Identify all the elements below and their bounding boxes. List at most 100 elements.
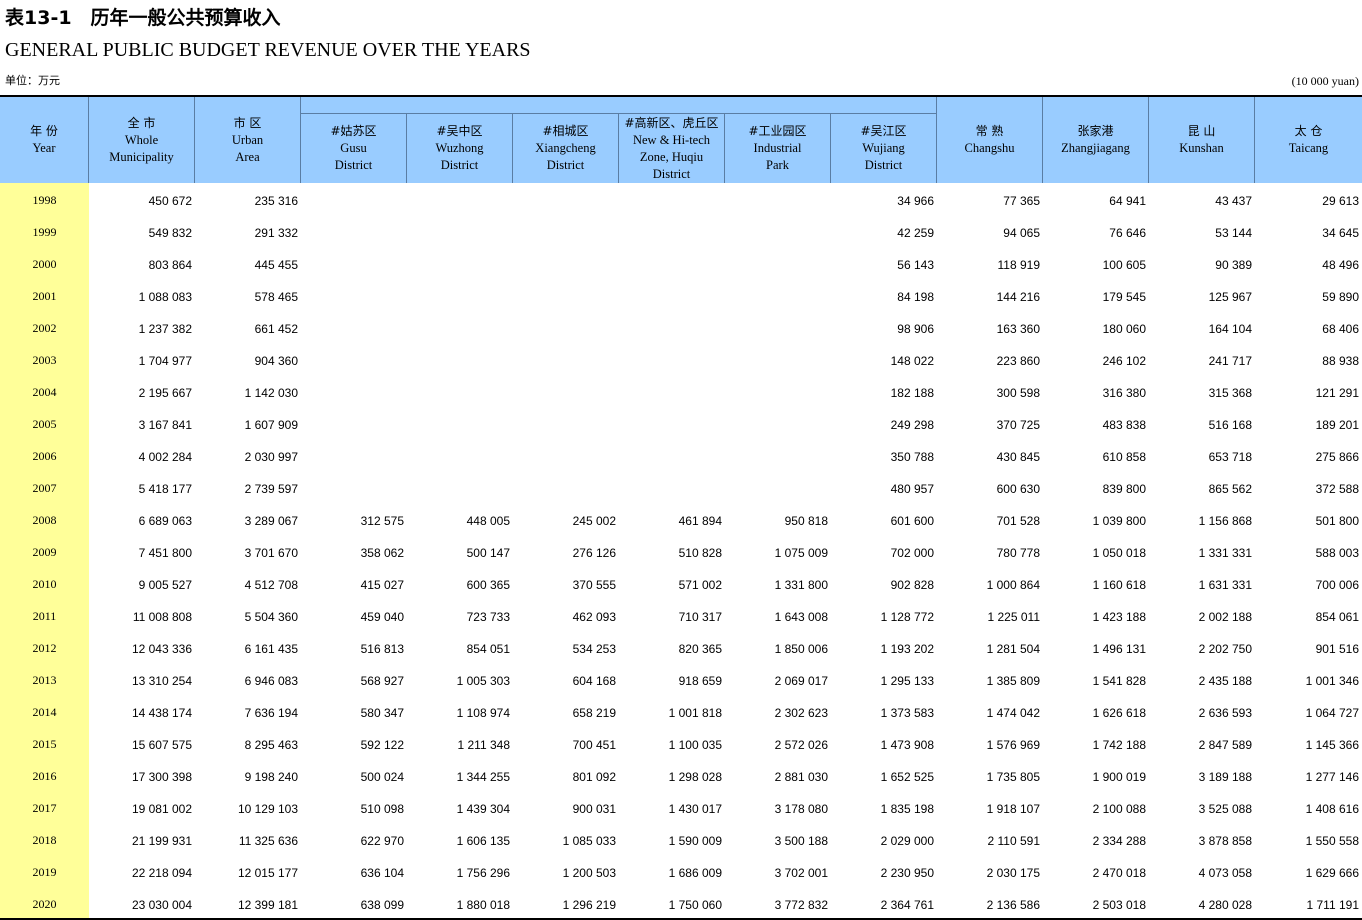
year-cell: 2016	[32, 769, 57, 783]
value-cell-changshu: 1 385 809	[986, 673, 1040, 688]
value-cell-zhangjiagang: 2 334 288	[1092, 833, 1146, 848]
value-cell-kunshan: 125 967	[1208, 289, 1252, 304]
value-cell-industrial-park: 3 178 080	[774, 801, 828, 816]
value-cell-taicang: 1 408 616	[1305, 801, 1359, 816]
table-row: 2019 22 218 094 12 015 177 636 104 1 756 296…	[0, 855, 1362, 887]
value-cell-gusu-district: 312 575	[360, 513, 404, 528]
value-cell-taicang: 1 064 727	[1305, 705, 1359, 720]
value-cell-gusu-district	[301, 215, 407, 247]
page-title-en: GENERAL PUBLIC BUDGET REVENUE OVER THE Y…	[5, 39, 531, 61]
value-cell-wujiang-district: 1 652 525	[880, 769, 934, 784]
value-cell-kunshan: 53 144	[1215, 225, 1252, 240]
value-cell-industrial-park: 3 702 001	[774, 865, 828, 880]
column-header-taicang: 太 仓 Taicang	[1255, 97, 1362, 183]
value-cell-wujiang-district: 1 473 908	[880, 737, 934, 752]
value-cell-industrial-park	[725, 183, 831, 215]
year-cell: 1999	[32, 225, 57, 239]
value-cell-gusu-district: 500 024	[360, 769, 404, 784]
value-cell-taicang: 1 001 346	[1305, 673, 1359, 688]
value-cell-gusu-district: 622 970	[360, 833, 404, 848]
year-cell: 1998	[32, 193, 57, 207]
value-cell-whole-municipality: 21 199 931	[131, 833, 192, 848]
column-header-label-zh: 昆 山	[1187, 124, 1216, 138]
value-cell-gusu-district: 415 027	[360, 577, 404, 592]
value-cell-wujiang-district: 2 230 950	[880, 865, 934, 880]
value-cell-gusu-district: 568 927	[360, 673, 404, 688]
value-cell-whole-municipality: 1 704 977	[138, 353, 192, 368]
value-cell-changshu: 1 474 042	[986, 705, 1040, 720]
column-header-xiangcheng-district: #相城区 Xiangcheng District	[513, 114, 619, 183]
value-cell-industrial-park	[725, 343, 831, 375]
unit-label-zh: 单位：万元	[5, 74, 60, 87]
value-cell-changshu: 600 630	[996, 481, 1040, 496]
year-cell: 2005	[32, 417, 57, 431]
value-cell-wuzhong-district	[407, 311, 513, 343]
value-cell-wuzhong-district	[407, 279, 513, 311]
value-cell-taicang: 372 588	[1315, 481, 1359, 496]
unit-label-en: (10 000 yuan)	[1291, 74, 1359, 88]
value-cell-wuzhong-district: 1 880 018	[456, 897, 510, 912]
column-header-label-en: Urban Area	[231, 132, 264, 164]
value-cell-changshu: 780 778	[996, 545, 1040, 560]
value-cell-zhangjiagang: 76 646	[1109, 225, 1146, 240]
column-header-label-en: Xiangcheng District	[535, 141, 596, 172]
value-cell-wujiang-district: 1 128 772	[880, 609, 934, 624]
table-row: 2017 19 081 002 10 129 103 510 098 1 439 304…	[0, 791, 1362, 823]
value-cell-changshu: 1 000 864	[986, 577, 1040, 592]
value-cell-changshu: 300 598	[996, 385, 1040, 400]
value-cell-urban-area: 7 636 194	[244, 705, 298, 720]
value-cell-new-hitech-zone-huqiu-district: 510 828	[678, 545, 722, 560]
value-cell-taicang: 854 061	[1315, 609, 1359, 624]
value-cell-xiangcheng-district: 700 451	[572, 737, 616, 752]
value-cell-industrial-park: 2 302 623	[774, 705, 828, 720]
value-cell-xiangcheng-district: 245 002	[572, 513, 616, 528]
value-cell-wuzhong-district: 1 344 255	[456, 769, 510, 784]
value-cell-zhangjiagang: 1 541 828	[1092, 673, 1146, 688]
value-cell-urban-area: 9 198 240	[244, 769, 298, 784]
value-cell-zhangjiagang: 2 100 088	[1092, 801, 1146, 816]
table-row: 2018 21 199 931 11 325 636 622 970 1 606 135…	[0, 823, 1362, 855]
column-header-new-hitech-zone-huqiu-district: #高新区、虎丘区 New & Hi-tech Zone, Huqiu Distri…	[619, 114, 725, 183]
value-cell-changshu: 701 528	[996, 513, 1040, 528]
year-cell: 2001	[32, 289, 57, 303]
value-cell-xiangcheng-district	[513, 343, 619, 375]
year-cell: 2003	[32, 353, 57, 367]
value-cell-wujiang-district: 480 957	[890, 481, 934, 496]
value-cell-changshu: 2 110 591	[987, 833, 1041, 848]
value-cell-changshu: 430 845	[996, 449, 1040, 464]
column-header-label-en: Whole Municipality	[109, 132, 174, 164]
value-cell-industrial-park	[725, 407, 831, 439]
year-cell: 2017	[32, 801, 57, 815]
table-header: 年 份 Year 全 市 Whole Municipality 市 区 Urban Are…	[0, 97, 1362, 183]
value-cell-gusu-district	[301, 407, 407, 439]
value-cell-xiangcheng-district	[513, 279, 619, 311]
value-cell-kunshan: 4 280 028	[1198, 897, 1252, 912]
table-row: 2008 6 689 063 3 289 067 312 575 448 005 245 …	[0, 503, 1362, 535]
value-cell-zhangjiagang: 1 900 019	[1092, 769, 1146, 784]
value-cell-industrial-park: 2 881 030	[774, 769, 828, 784]
value-cell-taicang: 68 406	[1322, 321, 1359, 336]
table-row: 2003 1 704 977 904 360 148 022 223 860 246 10…	[0, 343, 1362, 375]
column-header-label-zh: 市 区	[233, 115, 262, 130]
value-cell-new-hitech-zone-huqiu-district	[619, 279, 725, 311]
column-header-gusu-district: #姑苏区 Gusu District	[301, 114, 407, 183]
column-header-label-en: Kunshan	[1179, 141, 1224, 155]
value-cell-industrial-park: 3 500 188	[774, 833, 828, 848]
value-cell-kunshan: 2 636 593	[1198, 705, 1252, 720]
value-cell-urban-area: 235 316	[254, 193, 298, 208]
year-cell: 2007	[32, 481, 57, 495]
value-cell-urban-area: 6 161 435	[244, 641, 298, 656]
value-cell-wuzhong-district: 500 147	[466, 545, 510, 560]
value-cell-kunshan: 653 718	[1208, 449, 1252, 464]
value-cell-xiangcheng-district	[513, 183, 619, 215]
value-cell-urban-area: 8 295 463	[244, 737, 298, 752]
value-cell-new-hitech-zone-huqiu-district: 1 750 060	[668, 897, 722, 912]
year-cell: 2002	[32, 321, 57, 335]
value-cell-new-hitech-zone-huqiu-district: 918 659	[678, 673, 722, 688]
year-cell: 2010	[32, 577, 57, 591]
column-header-label-zh: #吴中区	[436, 124, 483, 138]
value-cell-kunshan: 2 002 188	[1198, 609, 1252, 624]
value-cell-kunshan: 164 104	[1208, 321, 1252, 336]
value-cell-zhangjiagang: 179 545	[1102, 289, 1146, 304]
value-cell-taicang: 501 800	[1315, 513, 1359, 528]
